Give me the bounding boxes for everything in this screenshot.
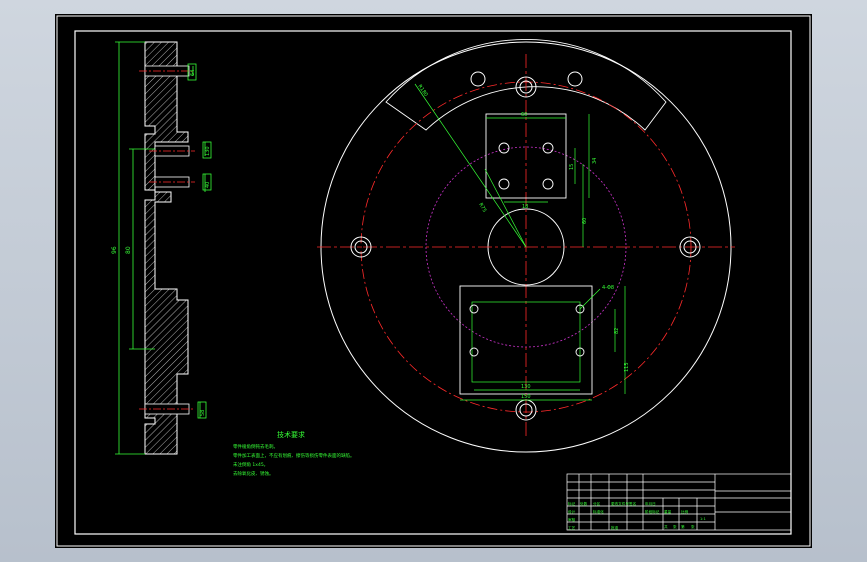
tb-label: 批准 — [611, 525, 619, 530]
dim-leader — [579, 288, 601, 310]
tb-label: 年月日 — [645, 501, 656, 506]
tb-label: 比例 — [681, 509, 689, 514]
pad-hole — [469, 304, 479, 314]
tb-label: 标记 — [568, 501, 576, 506]
tb-scale: 1:1 — [700, 517, 706, 521]
tb-label: 工艺 — [568, 525, 576, 530]
cad-drawing: 96 80 64 130 40 58 技术要求 零件棱角倒钝去毛刺。 零件加工表… — [56, 15, 811, 547]
tb-label: 张 — [691, 524, 695, 529]
tb-label: 第 — [681, 524, 685, 529]
dim-text: 40 — [205, 182, 211, 188]
tb-label: 共 — [664, 524, 668, 529]
tb-label: 设计 — [568, 509, 576, 514]
tb-label: 签名 — [629, 501, 637, 506]
dim-text: 60 — [521, 112, 527, 118]
dim-text: 130 — [205, 146, 211, 156]
pad-hole — [542, 142, 554, 154]
radius-leader — [484, 168, 527, 248]
tb-label: 重量 — [664, 509, 672, 514]
section-body — [144, 41, 189, 455]
tb-label: 分区 — [593, 501, 601, 506]
dim-text: 115 — [624, 362, 630, 372]
dim-text: 18 — [522, 204, 528, 210]
drawing-canvas[interactable]: 96 80 64 130 40 58 技术要求 零件棱角倒钝去毛刺。 零件加工表… — [55, 14, 812, 548]
title-block-text: 标记 处数 分区 更改文件号 签名 年月日 设计 标准化 阶段标记 重量 比例 … — [568, 501, 706, 530]
section-view: 96 80 64 130 40 58 — [111, 41, 212, 455]
tech-req-line-3: 未注倒角 1x45。 — [233, 461, 268, 468]
tech-req-line-1: 零件棱角倒钝去毛刺。 — [233, 443, 278, 450]
radius-leader — [414, 83, 527, 248]
technical-requirements: 技术要求 零件棱角倒钝去毛刺。 零件加工表面上，不应有划痕、擦伤等损伤零件表面的… — [233, 430, 355, 477]
dim-text: 15 — [569, 164, 575, 170]
inner-border — [74, 30, 792, 535]
cad-viewport[interactable]: 96 80 64 130 40 58 技术要求 零件棱角倒钝去毛刺。 零件加工表… — [0, 0, 867, 562]
pad-hole — [542, 178, 554, 190]
dim-text: 80 — [125, 246, 132, 254]
tech-req-line-4: 去除氧化皮、锈蚀。 — [233, 470, 274, 477]
tb-label: 阶段标记 — [645, 509, 660, 514]
dim-text: 34 — [592, 158, 598, 164]
dim-text: 64 — [190, 70, 196, 76]
tb-label: 更改文件号 — [611, 501, 629, 506]
tech-req-title: 技术要求 — [277, 430, 305, 439]
dim-text: 130 — [521, 384, 531, 390]
dim-text: R180 — [416, 84, 428, 98]
dim-text: 4-Φ8 — [602, 285, 614, 291]
tb-label: 处数 — [580, 501, 588, 506]
dim-text: 60 — [582, 218, 588, 224]
tb-label: 标准化 — [593, 509, 604, 514]
plan-view: R180 R75 60 18 15 34 60 130 150 82 115 4… — [317, 39, 735, 453]
tb-label: 审核 — [568, 517, 576, 522]
dim-text: 58 — [200, 410, 206, 416]
pad-hole — [469, 347, 479, 357]
pad-hole — [498, 142, 510, 154]
tech-req-line-2: 零件加工表面上，不应有划痕、擦伤等损伤零件表面的缺陷。 — [233, 452, 355, 459]
dim-text: 150 — [521, 394, 531, 400]
dim-text: 96 — [111, 246, 118, 254]
tb-label: 张 — [673, 524, 677, 529]
small-hole — [567, 71, 583, 87]
dim-text: 82 — [614, 328, 620, 334]
dim-text: R75 — [477, 202, 487, 214]
title-block — [566, 473, 792, 531]
pad-hole — [498, 178, 510, 190]
small-hole — [470, 71, 486, 87]
